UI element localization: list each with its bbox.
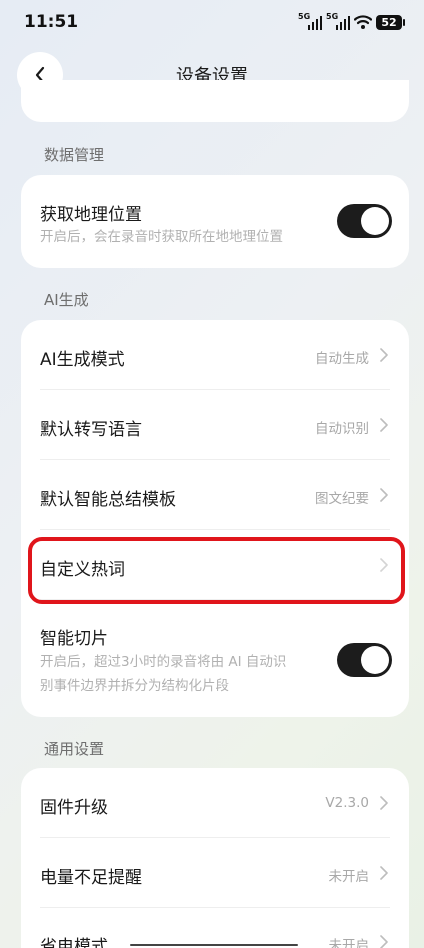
power-saving-value: 未开启: [328, 938, 370, 948]
home-indicator: [130, 944, 298, 946]
ai-mode-row[interactable]: AI生成模式 自动生成: [21, 320, 409, 390]
general-card: 固件升级 V2.3.0 电量不足提醒 未开启 省电模式 未开启: [21, 768, 409, 948]
summary-template-title: 默认智能总结模板: [40, 490, 176, 510]
low-battery-value: 未开启: [328, 869, 370, 885]
section-header-data-management: 数据管理: [44, 146, 105, 164]
signal-icon: 5G: [326, 12, 350, 31]
status-time: 11:51: [24, 12, 79, 32]
summary-template-row[interactable]: 默认智能总结模板 图文纪要: [21, 460, 409, 530]
toggle-knob: [361, 207, 389, 235]
chevron-right-icon: [380, 348, 388, 362]
signal-icon: 5G: [298, 12, 322, 31]
chevron-right-icon: [380, 488, 388, 502]
status-icons: 5G 5G 52: [298, 12, 405, 32]
smart-slicing-subtitle-line1: 开启后，超过3小时的录音将由 AI 自动识: [40, 654, 287, 670]
smart-slicing-toggle[interactable]: [337, 643, 392, 677]
low-battery-row[interactable]: 电量不足提醒 未开启: [21, 838, 409, 908]
section-header-ai: AI生成: [44, 291, 89, 309]
wifi-icon: [354, 15, 372, 29]
location-toggle[interactable]: [337, 204, 392, 238]
location-row: 获取地理位置 开启后，会在录音时获取所在地地理位置: [21, 175, 409, 268]
highlight-box: [28, 537, 405, 604]
ai-mode-value: 自动生成: [315, 351, 369, 367]
status-bar: 11:51 5G 5G 52: [0, 0, 424, 44]
firmware-upgrade-row[interactable]: 固件升级 V2.3.0: [21, 768, 409, 838]
chevron-right-icon: [380, 866, 388, 880]
ai-mode-title: AI生成模式: [40, 350, 125, 370]
firmware-version-value: V2.3.0: [325, 795, 369, 811]
data-management-card: 获取地理位置 开启后，会在录音时获取所在地地理位置: [21, 175, 409, 268]
toggle-knob: [361, 646, 389, 674]
transcribe-language-row[interactable]: 默认转写语言 自动识别: [21, 390, 409, 460]
smart-slicing-subtitle-line2: 别事件边界并拆分为结构化片段: [40, 678, 229, 694]
smart-slicing-title: 智能切片: [40, 629, 108, 649]
partial-card: [21, 80, 409, 122]
location-subtitle: 开启后，会在录音时获取所在地地理位置: [40, 229, 283, 245]
section-header-general: 通用设置: [44, 740, 105, 758]
chevron-right-icon: [380, 935, 388, 948]
chevron-right-icon: [380, 796, 388, 810]
smart-slicing-row: 智能切片 开启后，超过3小时的录音将由 AI 自动识 别事件边界并拆分为结构化片…: [21, 600, 409, 717]
summary-template-value: 图文纪要: [315, 491, 369, 507]
chevron-right-icon: [380, 418, 388, 432]
low-battery-title: 电量不足提醒: [40, 868, 142, 888]
power-saving-title: 省电模式: [40, 937, 108, 948]
transcribe-language-title: 默认转写语言: [40, 420, 142, 440]
power-saving-row[interactable]: 省电模式 未开启: [21, 908, 409, 948]
battery-icon: 52: [376, 14, 405, 30]
firmware-upgrade-title: 固件升级: [40, 798, 108, 818]
transcribe-language-value: 自动识别: [315, 421, 369, 437]
ai-card: AI生成模式 自动生成 默认转写语言 自动识别 默认智能总结模板 图文纪要 自定…: [21, 320, 409, 717]
location-title: 获取地理位置: [40, 205, 142, 225]
